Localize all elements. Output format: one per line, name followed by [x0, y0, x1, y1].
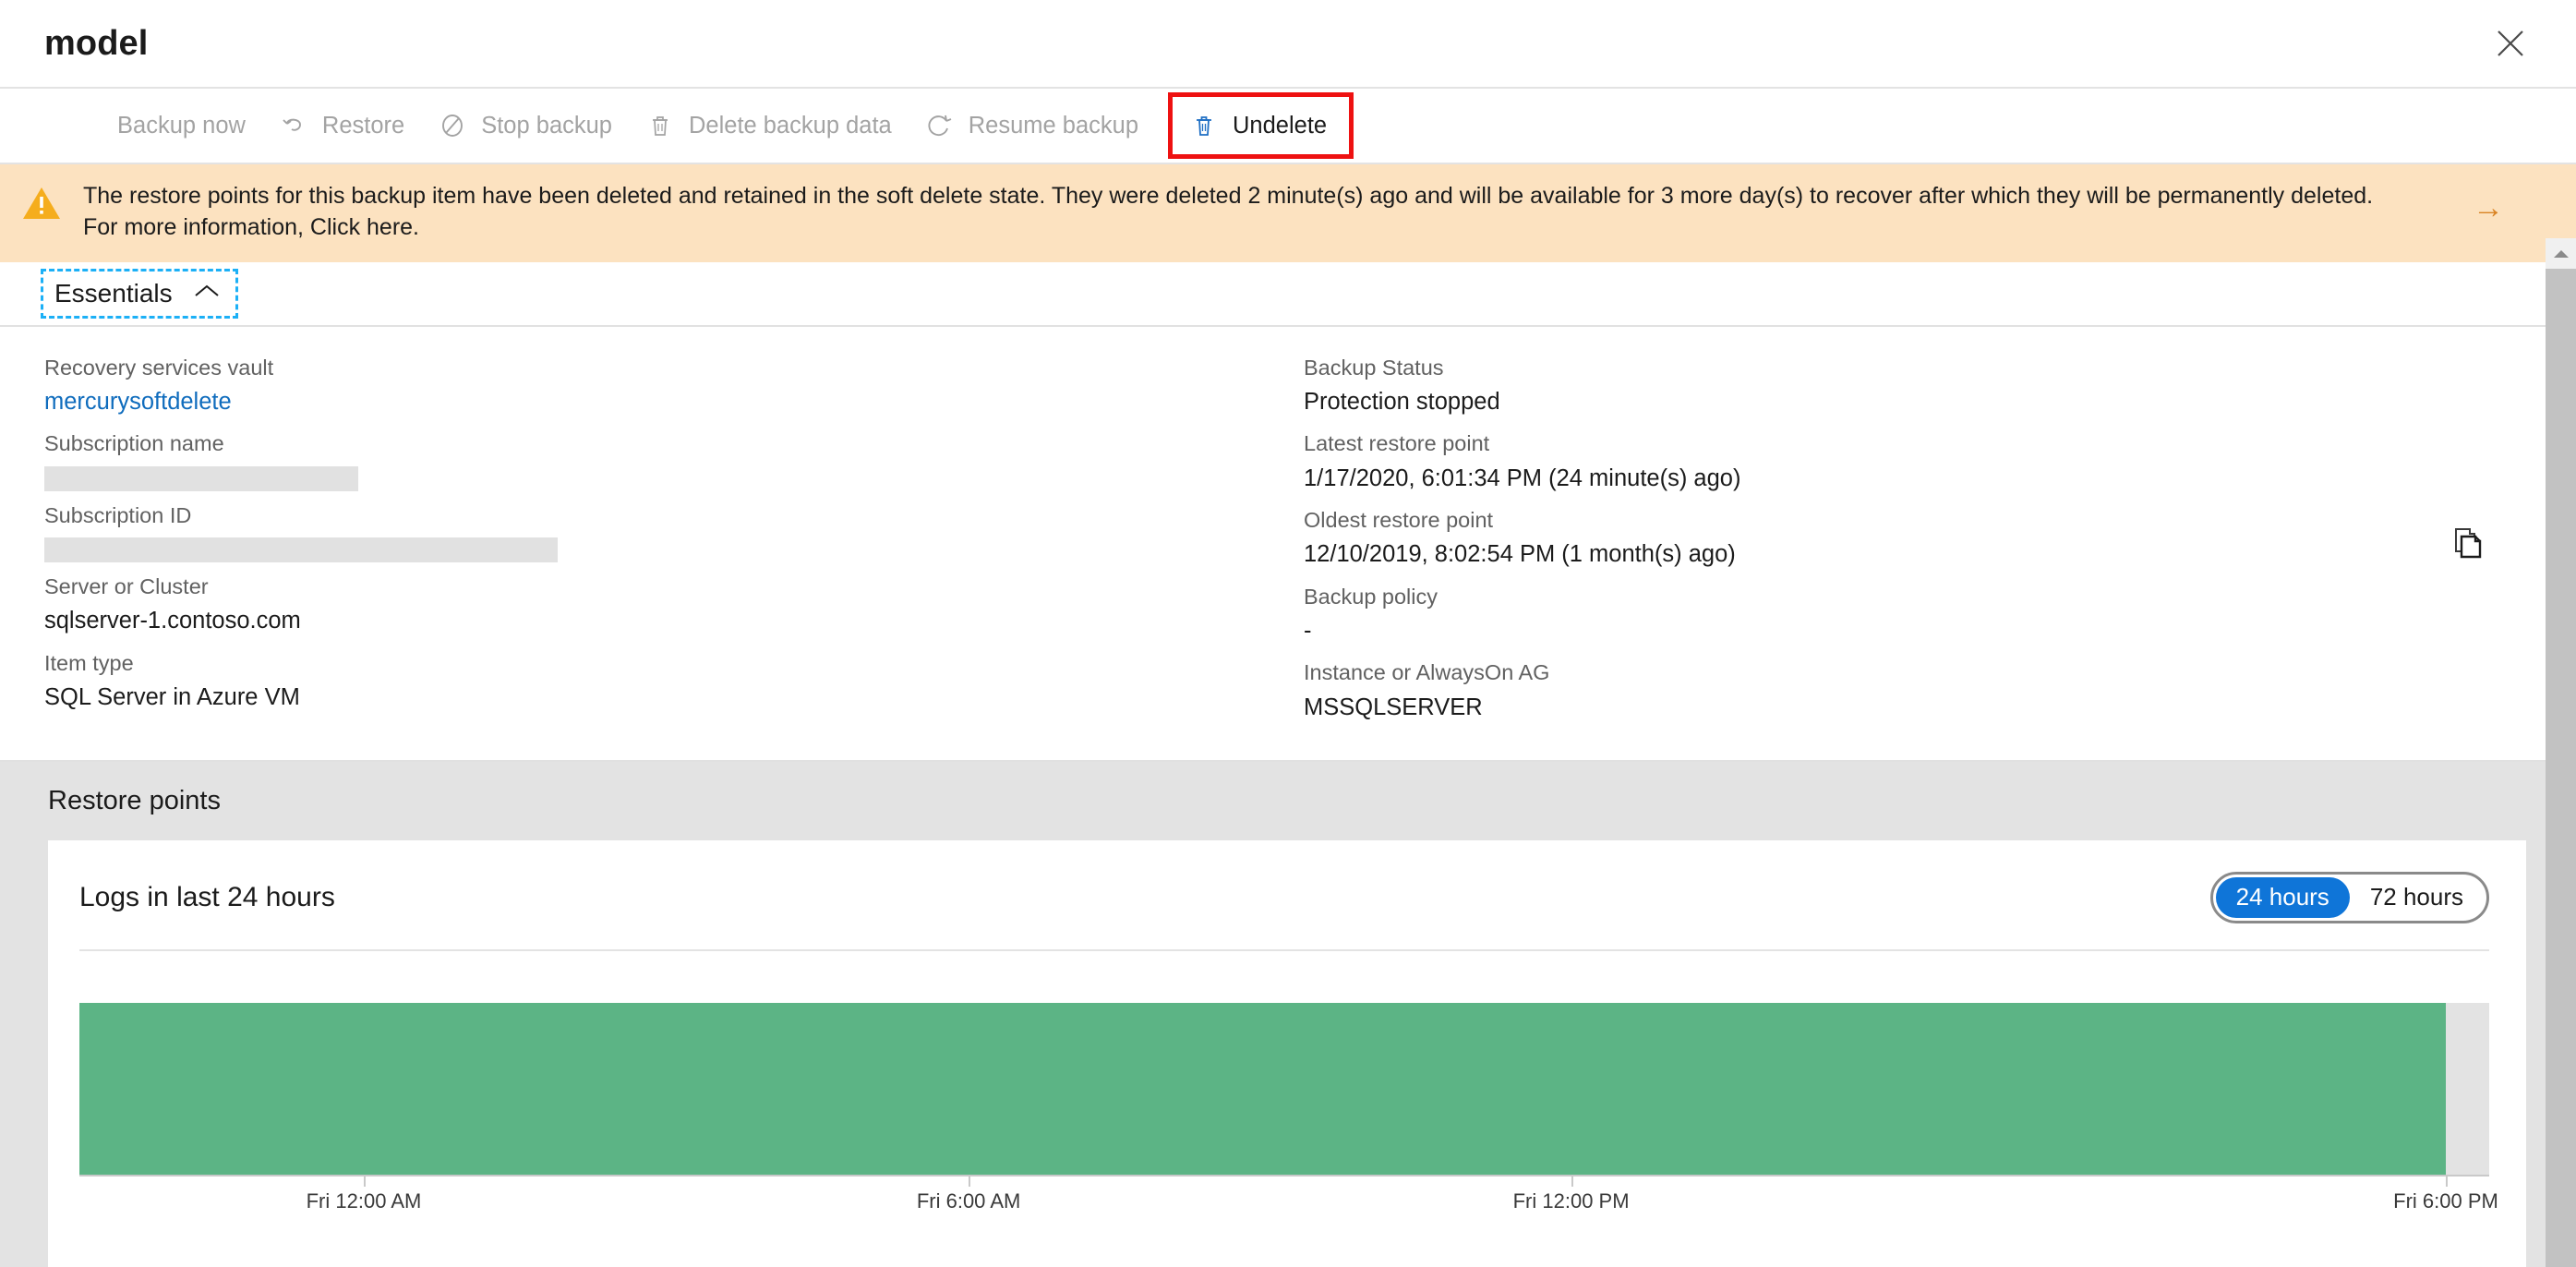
command-stop-backup[interactable]: Stop backup: [421, 92, 629, 159]
property-recovery-services-vault: Recovery services vault mercurysoftdelet…: [44, 351, 1256, 420]
property-value: SQL Server in Azure VM: [44, 684, 300, 711]
chart-x-tick: [1571, 1176, 1573, 1187]
chart-x-tick: [363, 1176, 366, 1187]
chart-divider: [79, 948, 2489, 951]
command-label: Backup now: [117, 112, 246, 139]
chart-x-tick-labels: Fri 12:00 AM Fri 6:00 AM Fri 12:00 PM Fri 6…: [79, 1189, 2498, 1226]
toggle-option-72-hours[interactable]: 72 hours: [2350, 877, 2484, 918]
property-label: Item type: [44, 650, 134, 675]
scrollbar-thumb[interactable]: [2546, 269, 2576, 1267]
command-label: Delete backup data: [689, 112, 892, 139]
command-label: Resume backup: [968, 112, 1139, 139]
chart-x-tick-label: Fri 6:00 AM: [916, 1189, 1021, 1213]
command-undelete[interactable]: Undelete: [1168, 92, 1354, 159]
vertical-scrollbar[interactable]: [2546, 238, 2576, 1267]
restore-points-heading: Restore points: [48, 785, 221, 815]
close-icon[interactable]: [2486, 18, 2535, 68]
property-value: Protection stopped: [1304, 388, 1500, 415]
property-subscription-id: Subscription ID: [44, 499, 1256, 563]
property-value-redacted: [44, 465, 358, 491]
command-label: Stop backup: [481, 112, 612, 139]
chart-x-tick: [2446, 1176, 2449, 1187]
property-latest-restore-point: Latest restore point 1/17/2020, 6:01:34 …: [1304, 427, 2511, 496]
property-value: 12/10/2019, 8:02:54 PM (1 month(s) ago): [1304, 541, 1736, 568]
copy-to-clipboard-icon[interactable]: [2452, 526, 2484, 564]
chart-header: Logs in last 24 hours 24 hours 72 hours: [79, 871, 2489, 923]
chart-x-axis: [79, 1174, 2489, 1187]
property-value: -: [1304, 617, 1312, 644]
command-delete-backup-data[interactable]: Delete backup data: [629, 92, 909, 159]
chevron-up-icon: [193, 283, 221, 304]
chart-x-tick-label: Fri 6:00 PM: [2393, 1189, 2498, 1213]
property-value: sqlserver-1.contoso.com: [44, 608, 301, 634]
trash-icon: [645, 111, 675, 140]
time-range-toggle: 24 hours 72 hours: [2209, 871, 2489, 923]
property-item-type: Item type SQL Server in Azure VM: [44, 646, 1256, 716]
property-subscription-name: Subscription name: [44, 427, 1256, 491]
command-toolbar: Backup now Restore Stop backup Delete ba…: [0, 89, 2576, 164]
property-label: Backup Status: [1304, 355, 1444, 380]
essentials-left-column: Recovery services vault mercurysoftdelet…: [0, 351, 1256, 732]
property-label: Subscription name: [44, 431, 224, 456]
command-restore[interactable]: Restore: [262, 92, 421, 159]
property-label: Instance or AlwaysOn AG: [1304, 660, 1550, 685]
command-label: Restore: [321, 112, 405, 139]
banner-arrow-icon[interactable]: →: [2447, 181, 2530, 223]
chart-x-tick-label: Fri 12:00 AM: [306, 1189, 422, 1213]
chart-x-tick-label: Fri 12:00 PM: [1512, 1189, 1630, 1213]
chart-x-tick: [969, 1176, 971, 1187]
toggle-option-24-hours[interactable]: 24 hours: [2215, 876, 2350, 918]
property-server-or-cluster: Server or Cluster sqlserver-1.contoso.co…: [44, 570, 1256, 639]
essentials-collapse-toggle[interactable]: Essentials: [41, 268, 238, 319]
logs-timeline-plot: [79, 1002, 2489, 1175]
backup-item-blade: model Backup now Restore Stop backup Del…: [0, 0, 2576, 1267]
property-label: Subscription ID: [44, 502, 192, 527]
page-title: model: [44, 24, 149, 63]
warning-triangle-icon: [0, 181, 83, 222]
property-value-link[interactable]: mercurysoftdelete: [44, 384, 1256, 419]
blade-titlebar: model: [0, 0, 2576, 89]
command-resume-backup[interactable]: Resume backup: [909, 92, 1155, 159]
restore-undo-icon: [279, 111, 308, 140]
soft-delete-warning-banner: The restore points for this backup item …: [0, 164, 2576, 262]
essentials-label: Essentials: [54, 278, 173, 308]
property-instance-or-alwayson-ag: Instance or AlwaysOn AG MSSQLSERVER: [1304, 656, 2511, 725]
logs-chart-card: Logs in last 24 hours 24 hours 72 hours …: [48, 839, 2526, 1267]
resume-refresh-icon: [925, 111, 955, 140]
property-label: Recovery services vault: [44, 355, 274, 380]
chart-title: Logs in last 24 hours: [79, 881, 335, 912]
backup-now-icon: [74, 111, 103, 140]
timeline-segment-log-point-in-time[interactable]: [79, 1002, 2447, 1175]
property-label: Server or Cluster: [44, 574, 209, 599]
property-label: Backup policy: [1304, 584, 1438, 609]
stop-backup-icon: [438, 111, 467, 140]
essentials-properties: Recovery services vault mercurysoftdelet…: [0, 326, 2576, 762]
property-label: Oldest restore point: [1304, 507, 1494, 532]
restore-points-section: Restore points Logs in last 24 hours 24 …: [0, 761, 2576, 1267]
essentials-header: Essentials: [0, 261, 2576, 327]
property-label: Latest restore point: [1304, 431, 1490, 456]
property-value: MSSQLSERVER: [1304, 694, 1483, 720]
property-oldest-restore-point: Oldest restore point 12/10/2019, 8:02:54…: [1304, 503, 2511, 573]
scroll-up-arrow-icon[interactable]: [2546, 238, 2576, 269]
property-value-redacted: [44, 537, 558, 563]
property-value: 1/17/2020, 6:01:34 PM (24 minute(s) ago): [1304, 465, 1741, 491]
command-label: Undelete: [1233, 112, 1328, 139]
banner-message[interactable]: The restore points for this backup item …: [83, 181, 2447, 244]
essentials-right-column: Backup Status Protection stopped Latest …: [1256, 351, 2511, 732]
property-backup-policy: Backup policy -: [1304, 580, 2511, 649]
command-backup-now[interactable]: Backup now: [57, 92, 262, 159]
property-backup-status: Backup Status Protection stopped: [1304, 351, 2511, 420]
timeline-segment-no-logs-available[interactable]: [2446, 1002, 2489, 1175]
undelete-trash-icon: [1189, 111, 1219, 140]
